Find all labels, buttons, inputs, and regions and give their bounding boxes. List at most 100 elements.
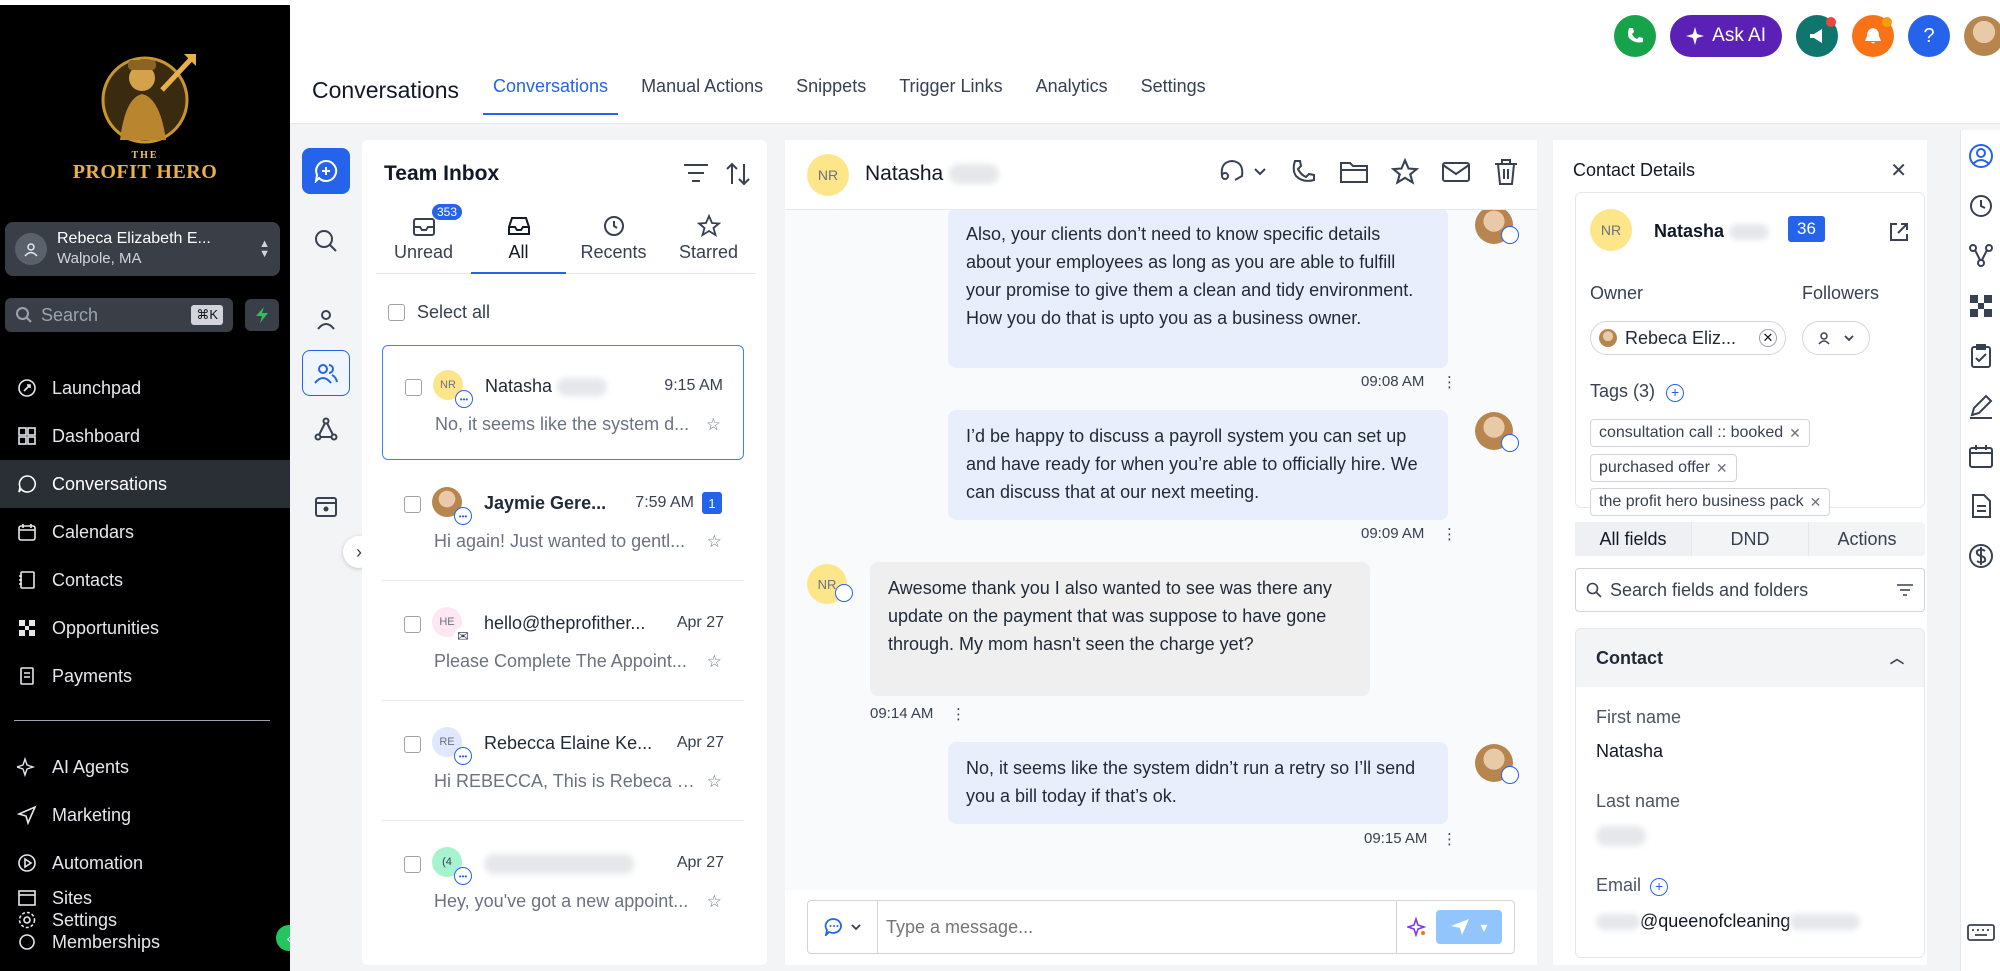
contact-section-header[interactable]: Contact ︿ — [1576, 629, 1924, 687]
announcements-button[interactable] — [1796, 15, 1838, 57]
tab-snippets[interactable]: Snippets — [796, 76, 866, 115]
dollar-icon[interactable] — [1967, 542, 1995, 570]
nav-item-memberships[interactable]: Memberships — [0, 931, 290, 953]
rail-search-button[interactable] — [302, 218, 350, 264]
star-conversation-button[interactable] — [1391, 158, 1419, 186]
open-external-button[interactable] — [1888, 221, 1910, 243]
filter-lines-icon[interactable] — [1896, 583, 1914, 597]
star-icon[interactable]: ☆ — [707, 772, 722, 792]
nav-item-opportunities[interactable]: Opportunities — [0, 604, 290, 652]
history-icon[interactable] — [1967, 192, 1995, 220]
rail-workflow-button[interactable] — [302, 406, 350, 452]
new-message-button[interactable] — [302, 148, 350, 194]
select-all[interactable]: Select all — [388, 302, 490, 323]
conversation-item[interactable]: HE ✉ hello@theprofither... Apr 27 Please… — [382, 583, 744, 698]
document-icon[interactable] — [1967, 492, 1995, 520]
inbox-tab-starred[interactable]: Starred — [661, 210, 756, 273]
quick-action-bolt-button[interactable] — [245, 299, 279, 331]
user-avatar[interactable] — [1964, 16, 2000, 56]
first-name-value[interactable]: Natasha — [1596, 741, 1663, 762]
owner-select[interactable]: Rebeca Eliz... ✕ — [1590, 321, 1786, 355]
nav-item-dashboard[interactable]: Dashboard — [0, 412, 290, 460]
star-icon[interactable]: ☆ — [706, 415, 721, 435]
followers-select[interactable] — [1802, 321, 1870, 355]
message-menu-icon[interactable]: ⋮ — [1442, 830, 1457, 848]
tab-settings[interactable]: Settings — [1141, 76, 1206, 115]
conversation-checkbox[interactable] — [404, 856, 421, 873]
account-switcher[interactable]: Rebeca Elizabeth E... Walpole, MA ▲ ▼ — [5, 222, 280, 276]
sort-button[interactable] — [725, 162, 751, 186]
segment-dnd[interactable]: DND — [1691, 522, 1808, 556]
inbox-tab-unread[interactable]: 353 Unread — [376, 204, 471, 273]
conversation-checkbox[interactable] — [404, 496, 421, 513]
tag-chip[interactable]: purchased offer ✕ — [1590, 454, 1737, 482]
rail-my-inbox-button[interactable] — [302, 296, 350, 342]
tab-conversations[interactable]: Conversations — [482, 76, 619, 115]
rail-team-inbox-button[interactable] — [302, 350, 350, 396]
opportunities-icon[interactable] — [1967, 292, 1995, 320]
tab-trigger-links[interactable]: Trigger Links — [899, 76, 1002, 115]
notes-pen-icon[interactable] — [1967, 392, 1995, 420]
filter-button[interactable] — [683, 162, 709, 186]
keyboard-icon[interactable] — [1967, 918, 1995, 946]
call-button[interactable] — [1289, 158, 1317, 186]
tab-analytics[interactable]: Analytics — [1036, 76, 1108, 115]
email-button[interactable] — [1441, 160, 1471, 184]
contact-profile-icon[interactable] — [1967, 142, 1995, 170]
phone-button[interactable] — [1614, 15, 1657, 57]
remove-tag-icon[interactable]: ✕ — [1810, 494, 1822, 511]
tag-chip[interactable]: the profit hero business pack ✕ — [1590, 488, 1831, 516]
inbox-tab-all[interactable]: All — [471, 210, 566, 274]
segment-actions[interactable]: Actions — [1808, 522, 1925, 556]
nav-item-ai-agents[interactable]: AI Agents — [0, 743, 290, 791]
rail-archive-button[interactable] — [302, 484, 350, 530]
nav-item-conversations[interactable]: Conversations — [0, 460, 290, 508]
conversation-checkbox[interactable] — [404, 616, 421, 633]
folder-button[interactable] — [1339, 159, 1369, 185]
segment-all-fields[interactable]: All fields — [1575, 522, 1691, 556]
conversation-item[interactable]: (4 ••• Apr 27 Hey, you've got a new appo… — [382, 823, 744, 938]
select-all-checkbox[interactable] — [388, 304, 405, 321]
tag-chip[interactable]: consultation call :: booked ✕ — [1590, 419, 1810, 447]
star-icon[interactable]: ☆ — [707, 652, 722, 672]
workflow-icon[interactable] — [1967, 242, 1995, 270]
nav-item-sites[interactable]: Sites — [0, 887, 290, 909]
fields-search[interactable]: Search fields and folders — [1575, 568, 1925, 612]
nav-item-calendars[interactable]: Calendars — [0, 508, 290, 556]
message-input[interactable] — [878, 901, 1396, 953]
send-button[interactable]: ▾ — [1436, 910, 1502, 944]
delete-button[interactable] — [1493, 158, 1519, 186]
help-button[interactable]: ? — [1908, 15, 1950, 57]
nav-item-marketing[interactable]: Marketing — [0, 791, 290, 839]
conversation-item[interactable]: ••• Jaymie Gere... 7:59 AM 1 Hi again! J… — [382, 463, 744, 578]
inbox-tab-recents[interactable]: Recents — [566, 210, 661, 273]
tasks-icon[interactable] — [1967, 342, 1995, 370]
add-email-icon[interactable]: + — [1650, 878, 1669, 896]
conversation-checkbox[interactable] — [405, 379, 422, 396]
nav-item-contacts[interactable]: Contacts — [0, 556, 290, 604]
remove-tag-icon[interactable]: ✕ — [1789, 425, 1801, 442]
channel-selector[interactable] — [808, 901, 878, 953]
message-menu-icon[interactable]: ⋮ — [1442, 525, 1457, 543]
clear-owner-icon[interactable]: ✕ — [1759, 329, 1777, 347]
nav-item-launchpad[interactable]: Launchpad — [0, 364, 290, 412]
star-icon[interactable]: ☆ — [707, 532, 722, 552]
calendar-icon[interactable] — [1967, 442, 1995, 470]
conversation-item[interactable]: NR ••• Natasha 9:15 AM No, it seems like… — [382, 345, 744, 460]
last-name-value[interactable] — [1596, 825, 1646, 847]
tab-manual-actions[interactable]: Manual Actions — [641, 76, 763, 115]
nav-item-settings[interactable]: Settings — [0, 909, 290, 931]
notifications-button[interactable] — [1852, 15, 1894, 57]
conversation-item[interactable]: RE ••• Rebecca Elaine Ke... Apr 27 Hi RE… — [382, 703, 744, 818]
nav-item-automation[interactable]: Automation — [0, 839, 290, 887]
star-icon[interactable]: ☆ — [707, 892, 722, 912]
assign-dropdown[interactable] — [1217, 158, 1267, 186]
message-menu-icon[interactable]: ⋮ — [1442, 373, 1457, 391]
close-icon[interactable]: ✕ — [1890, 158, 1907, 183]
nav-item-payments[interactable]: Payments — [0, 652, 290, 700]
ask-ai-button[interactable]: Ask AI — [1670, 15, 1782, 57]
message-menu-icon[interactable]: ⋮ — [951, 705, 966, 723]
remove-tag-icon[interactable]: ✕ — [1716, 460, 1728, 477]
ai-assist-button[interactable] — [1396, 901, 1436, 953]
conversation-checkbox[interactable] — [404, 736, 421, 753]
